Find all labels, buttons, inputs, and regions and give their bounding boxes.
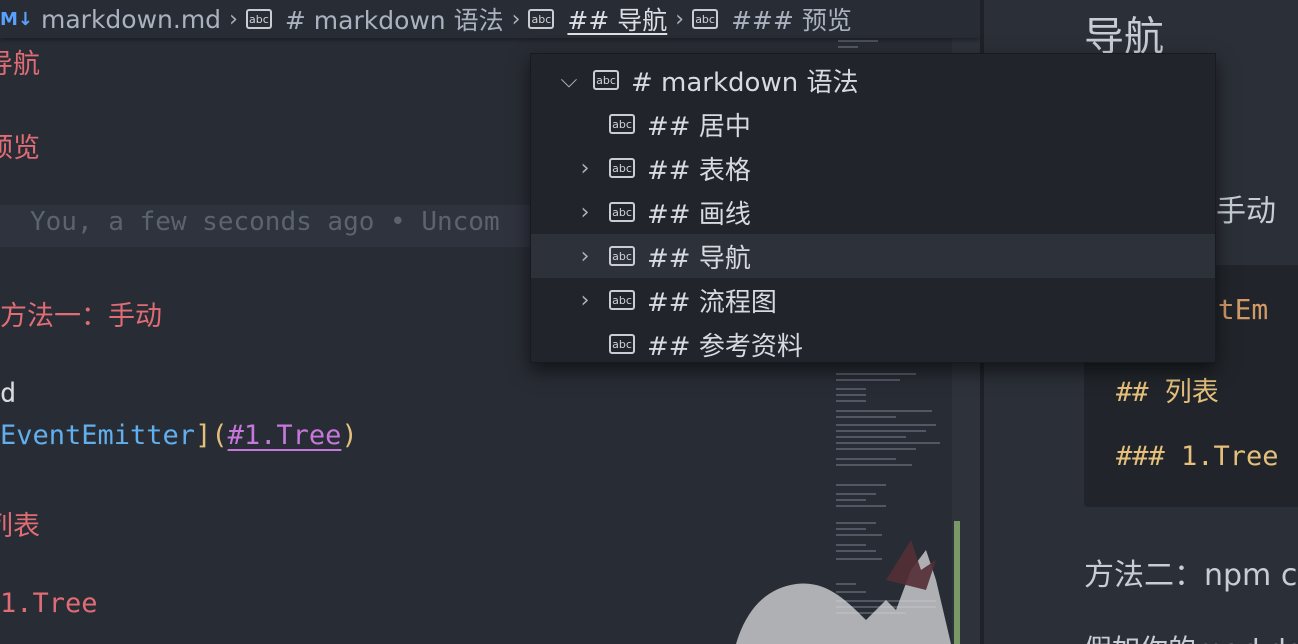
git-blame-annotation: You, a few seconds ago • Uncom bbox=[30, 207, 500, 237]
minimap-line bbox=[836, 528, 866, 530]
chevron-right-icon: › bbox=[229, 6, 238, 32]
minimap-line bbox=[836, 505, 886, 507]
minimap-line bbox=[836, 464, 912, 466]
chevron-right-icon[interactable]: › bbox=[573, 200, 597, 225]
minimap-line bbox=[836, 373, 916, 375]
minimap-line bbox=[836, 400, 866, 402]
preview-method1: 手动 bbox=[1216, 194, 1276, 229]
chevron-right-icon: › bbox=[511, 6, 521, 32]
outline-item-label: ## 画线 bbox=[647, 199, 751, 230]
outline-item-label: ## 居中 bbox=[647, 111, 751, 142]
minimap-line bbox=[836, 499, 866, 501]
minimap-line bbox=[836, 410, 932, 412]
minimap-line bbox=[836, 424, 936, 426]
outline-item-flowchart[interactable]: › abc ## 流程图 bbox=[531, 278, 1215, 322]
preview-method2: 方法二：npm c bbox=[1084, 558, 1298, 593]
editor-line-tree[interactable]: 1.Tree bbox=[0, 588, 98, 619]
outline-item-references[interactable]: abc ## 参考资料 bbox=[531, 322, 1215, 366]
minimap-line bbox=[836, 448, 916, 450]
outline-item-line[interactable]: › abc ## 画线 bbox=[531, 190, 1215, 234]
link-open-bracket: ]( bbox=[195, 420, 228, 451]
breadcrumb-file[interactable]: markdown.md bbox=[41, 5, 221, 34]
breadcrumb: M↓ markdown.md › abc # markdown 语法 › abc… bbox=[0, 0, 980, 38]
string-symbol-icon: abc bbox=[593, 70, 619, 90]
string-symbol-icon: abc bbox=[528, 9, 555, 29]
editor-line-d[interactable]: d bbox=[0, 378, 16, 409]
minimap-line bbox=[836, 436, 906, 438]
outline-item-center[interactable]: abc ## 居中 bbox=[531, 102, 1215, 146]
string-symbol-icon: abc bbox=[609, 202, 635, 222]
outline-item-table[interactable]: › abc ## 表格 bbox=[531, 146, 1215, 190]
string-symbol-icon: abc bbox=[609, 158, 635, 178]
preview-paragraph: 假如你的markdo bbox=[1084, 628, 1298, 644]
outline-item-label: ## 表格 bbox=[647, 155, 751, 186]
editor-line-preview[interactable]: 预览 bbox=[0, 126, 40, 165]
outline-item-label: ## 导航 bbox=[647, 243, 751, 274]
outline-item-label: # markdown 语法 bbox=[631, 67, 859, 98]
editor-line-method1[interactable]: 方法一：手动 bbox=[0, 294, 162, 333]
breadcrumb-h3[interactable]: ### 预览 bbox=[731, 1, 852, 37]
chevron-down-icon[interactable]: ⌵ bbox=[557, 68, 581, 93]
link-text: EventEmitter bbox=[0, 420, 196, 451]
chevron-right-icon[interactable]: › bbox=[573, 288, 597, 313]
string-symbol-icon: abc bbox=[609, 114, 635, 134]
editor-line-list[interactable]: 列表 bbox=[0, 504, 40, 543]
chevron-right-icon[interactable]: › bbox=[573, 156, 597, 181]
chevron-right-icon: › bbox=[675, 6, 685, 32]
minimap-line bbox=[836, 442, 940, 444]
preview-code-line: ### 1.Tree bbox=[1116, 441, 1279, 472]
string-symbol-icon: abc bbox=[245, 9, 272, 29]
minimap-line bbox=[836, 522, 876, 524]
outline-item-h1[interactable]: ⌵ abc # markdown 语法 bbox=[531, 58, 1215, 102]
minimap-line bbox=[836, 493, 876, 495]
chevron-right-icon[interactable]: › bbox=[573, 244, 597, 269]
mascot-watermark-icon bbox=[736, 540, 951, 644]
minimap-line bbox=[836, 388, 866, 390]
outline-item-label: ## 流程图 bbox=[647, 287, 777, 318]
preview-code-line: ## 列表 bbox=[1116, 377, 1219, 408]
minimap-line bbox=[836, 458, 896, 460]
minimap-line bbox=[838, 40, 878, 42]
breadcrumb-h2[interactable]: ## 导航 bbox=[567, 1, 667, 37]
string-symbol-icon: abc bbox=[692, 9, 719, 29]
minimap-line bbox=[836, 416, 896, 418]
breadcrumb-h1[interactable]: # markdown 语法 bbox=[285, 1, 504, 37]
link-target[interactable]: #1.Tree bbox=[228, 420, 342, 451]
breadcrumb-outline-dropdown[interactable]: ⌵ abc # markdown 语法 abc ## 居中 › abc ## 表… bbox=[530, 53, 1216, 363]
editor-line-link[interactable]: EventEmitter](#1.Tree) bbox=[0, 420, 358, 451]
string-symbol-icon: abc bbox=[609, 246, 635, 266]
outline-item-label: ## 参考资料 bbox=[647, 331, 803, 362]
string-symbol-icon: abc bbox=[609, 290, 635, 310]
minimap-line bbox=[836, 379, 900, 381]
link-close-bracket: ) bbox=[341, 420, 358, 451]
minimap-line bbox=[838, 46, 858, 48]
minimap-line bbox=[836, 534, 882, 536]
minimap-line bbox=[836, 484, 886, 486]
editor-line-nav[interactable]: 导航 bbox=[0, 42, 40, 81]
string-symbol-icon: abc bbox=[609, 334, 635, 354]
minimap-line bbox=[836, 430, 926, 432]
minimap-line bbox=[836, 394, 866, 396]
outline-item-nav[interactable]: › abc ## 导航 bbox=[531, 234, 1215, 278]
markdown-file-icon: M↓ bbox=[0, 8, 33, 30]
